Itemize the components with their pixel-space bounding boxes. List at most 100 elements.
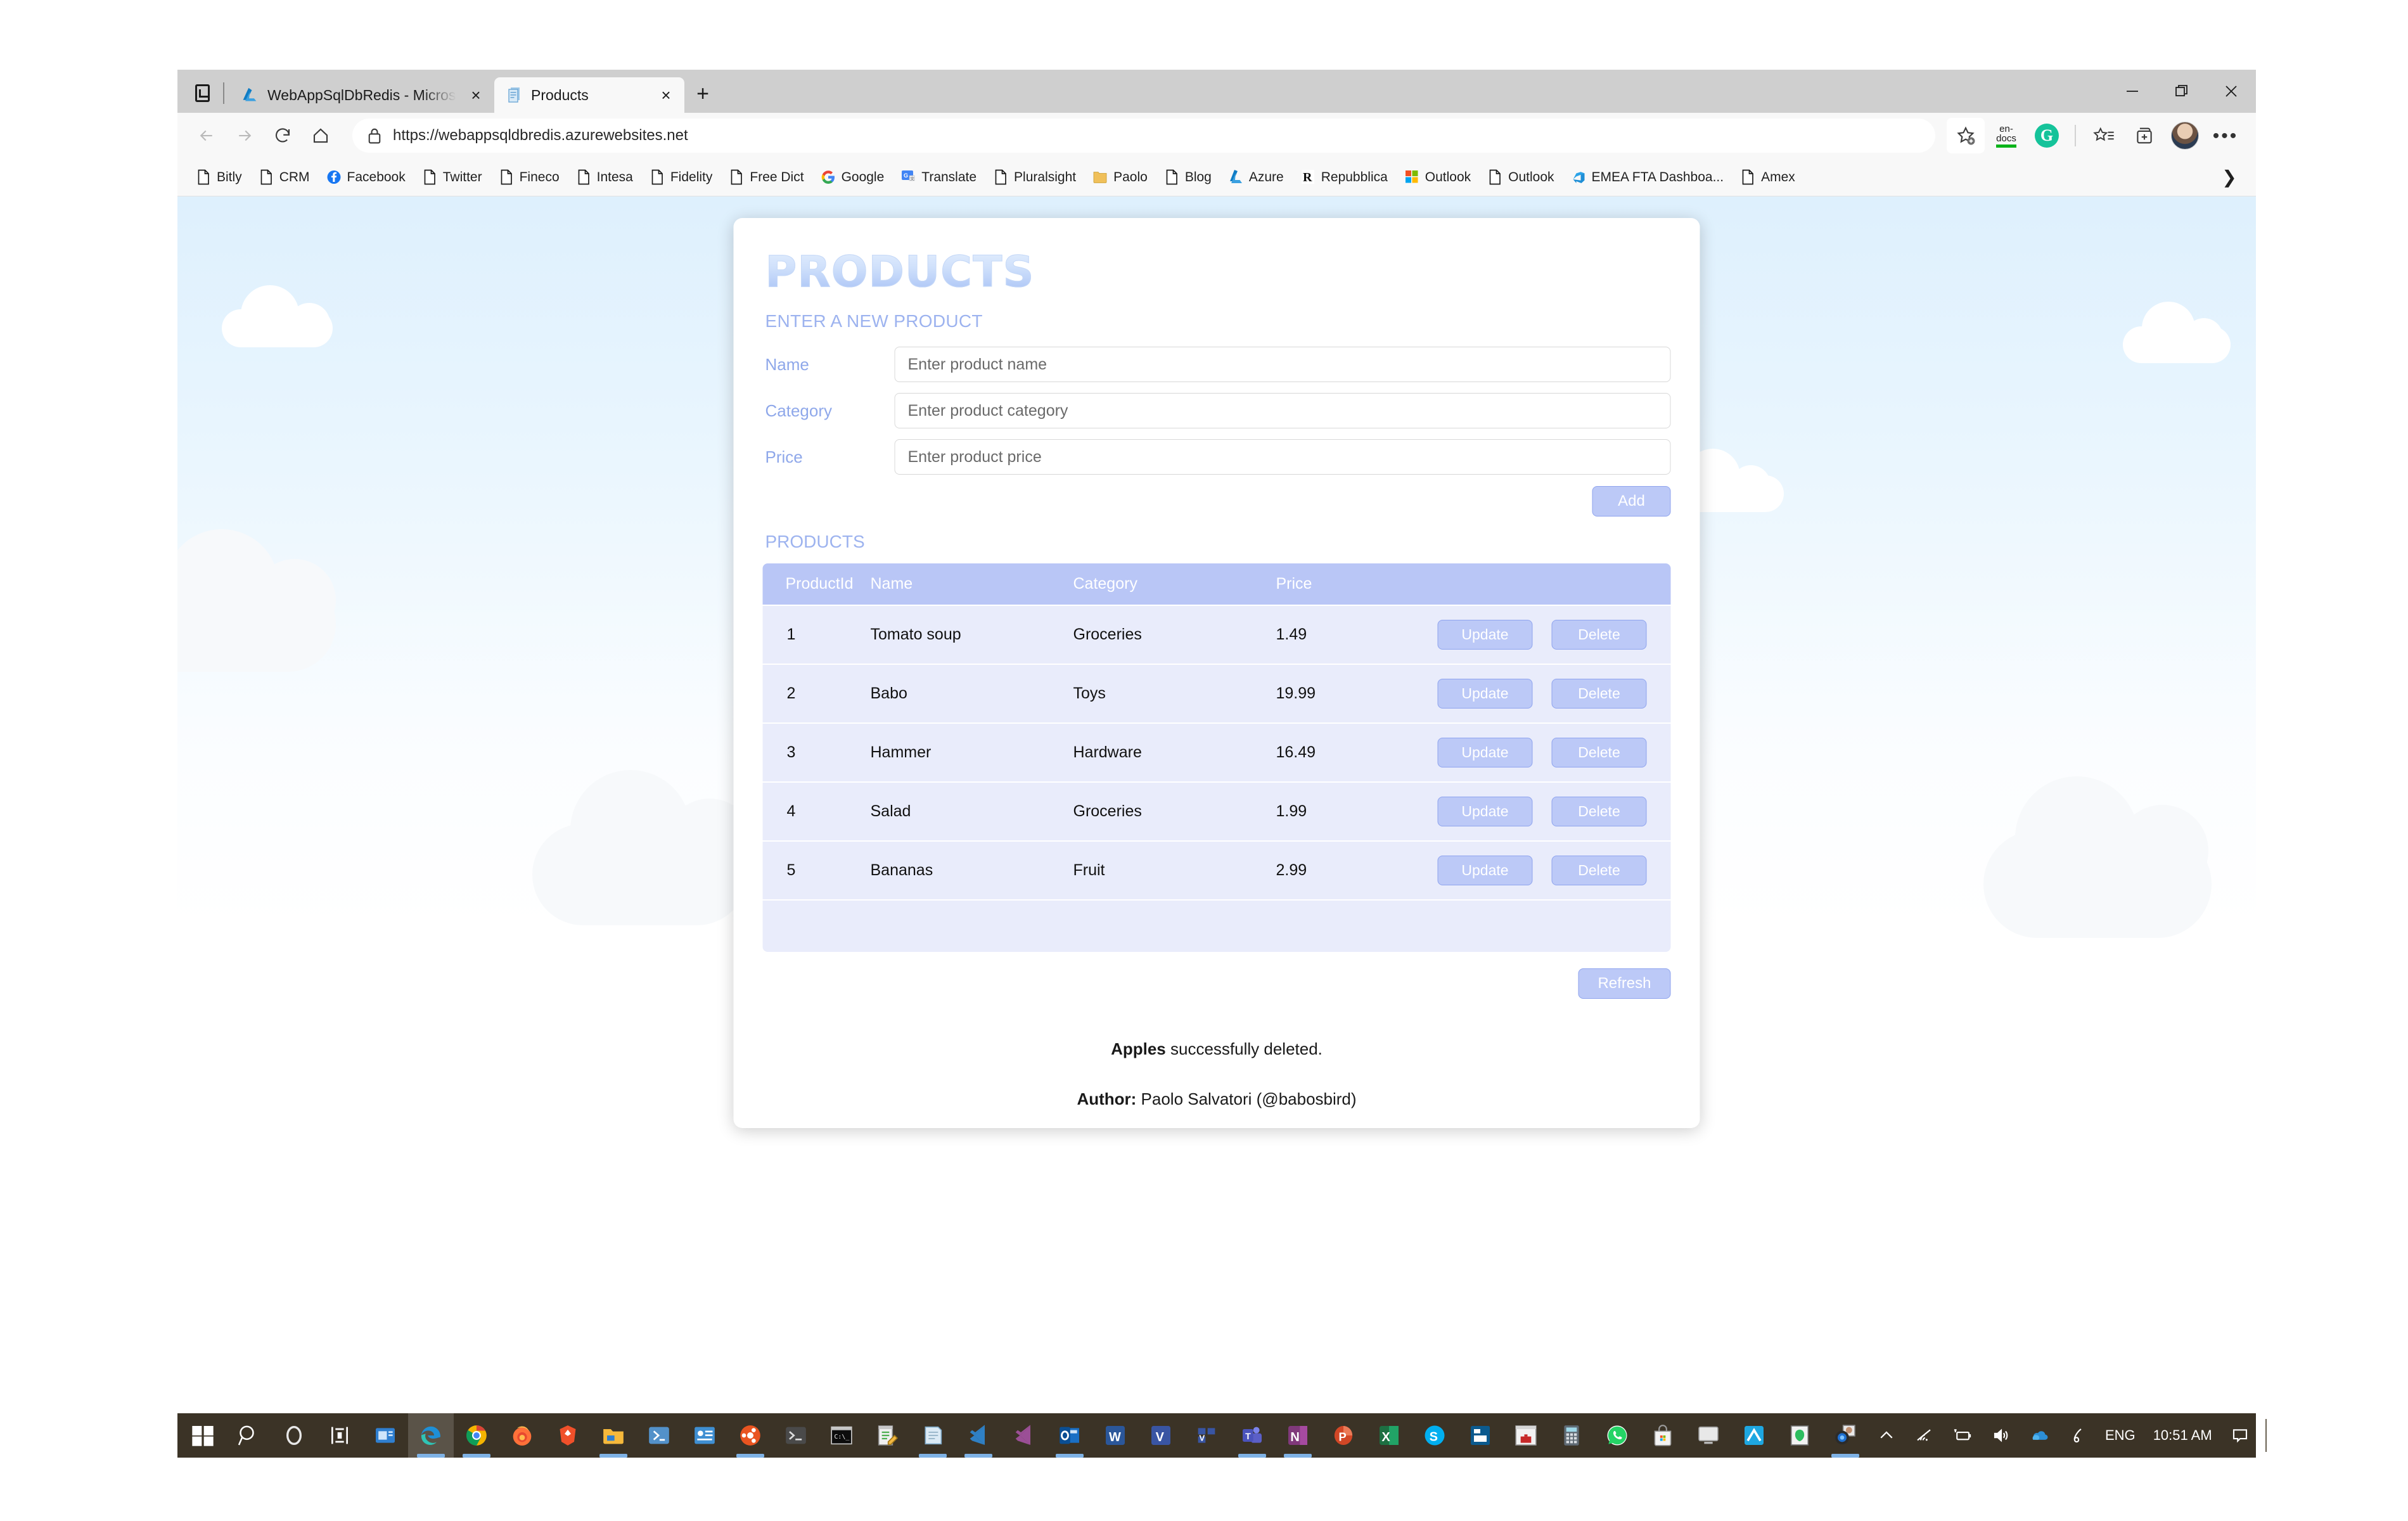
taskbar-app-calculator[interactable] [1549, 1413, 1594, 1458]
battery-button[interactable] [1943, 1413, 1982, 1458]
new-tab-button[interactable]: + [684, 76, 721, 112]
taskbar-app-vscode[interactable] [956, 1413, 1001, 1458]
collections-button[interactable] [2125, 118, 2163, 153]
address-input[interactable]: https://webappsqldbredis.azurewebsites.n… [352, 119, 1935, 153]
taskbar-app-teams[interactable]: T [1229, 1413, 1275, 1458]
tab-actions-button[interactable] [183, 75, 222, 111]
taskbar-app-whatsapp[interactable] [1594, 1413, 1640, 1458]
bookmark-item[interactable]: Azure [1220, 165, 1292, 189]
taskbar-app-outlook[interactable] [1047, 1413, 1092, 1458]
taskbar-app-evernote[interactable] [1777, 1413, 1822, 1458]
bookmark-item[interactable]: Free Dict [720, 165, 812, 189]
home-button[interactable] [303, 118, 338, 153]
delete-button[interactable]: Delete [1551, 856, 1647, 886]
taskbar-app-edge[interactable] [408, 1413, 454, 1458]
bookmark-item[interactable]: R Repubblica [1292, 165, 1396, 189]
bookmark-item[interactable]: Twitter [414, 165, 490, 189]
grammarly-extension-button[interactable]: G [2028, 118, 2066, 153]
task-view-button[interactable] [317, 1413, 362, 1458]
refresh-button[interactable]: Refresh [1578, 968, 1671, 999]
add-favorite-button[interactable] [1947, 118, 1985, 153]
taskbar-app-notepad[interactable] [910, 1413, 956, 1458]
price-input[interactable] [894, 439, 1671, 475]
delete-button[interactable]: Delete [1551, 679, 1647, 709]
endocs-extension-button[interactable]: en- docs [1987, 118, 2025, 153]
taskbar-app-visio-2[interactable]: V [1184, 1413, 1229, 1458]
bookmark-item[interactable]: Google [812, 165, 893, 189]
update-button[interactable]: Update [1437, 620, 1533, 650]
bookmark-item[interactable]: Fineco [490, 165, 568, 189]
onedrive-button[interactable] [2020, 1413, 2059, 1458]
browser-tab-1[interactable]: WebAppSqlDbRedis - Microsoft A × [228, 77, 494, 113]
bookmark-item[interactable]: Outlook [1479, 165, 1562, 189]
bookmark-item[interactable]: Intesa [568, 165, 641, 189]
delete-button[interactable]: Delete [1551, 738, 1647, 768]
taskbar-app-camera-photo[interactable] [1822, 1413, 1868, 1458]
show-hidden-icons-button[interactable] [1868, 1413, 1905, 1458]
taskbar-app-file-explorer[interactable] [591, 1413, 636, 1458]
language-indicator[interactable]: ENG [2096, 1413, 2144, 1458]
taskbar-app-store[interactable] [1640, 1413, 1686, 1458]
maximize-button[interactable] [2157, 70, 2206, 113]
close-button[interactable] [2206, 70, 2256, 113]
browser-tab-2[interactable]: Products × [494, 77, 684, 113]
taskbar-app-visio[interactable]: V [1138, 1413, 1184, 1458]
bookmark-item[interactable]: Blog [1156, 165, 1220, 189]
taskbar-app-word[interactable]: W [1092, 1413, 1138, 1458]
delete-button[interactable]: Delete [1551, 797, 1647, 827]
back-button[interactable] [189, 118, 224, 153]
delete-button[interactable]: Delete [1551, 620, 1647, 650]
taskbar-app-remote-desktop[interactable] [1686, 1413, 1731, 1458]
network-button[interactable] [1905, 1413, 1943, 1458]
taskbar-app-news[interactable] [362, 1413, 408, 1458]
taskbar-app-powershell[interactable] [636, 1413, 682, 1458]
taskbar-app-toolbox[interactable] [1503, 1413, 1549, 1458]
minimize-button[interactable] [2108, 70, 2157, 113]
category-input[interactable] [894, 393, 1671, 429]
forward-button[interactable] [227, 118, 262, 153]
bookmark-item[interactable]: CRM [250, 165, 318, 189]
bookmark-item[interactable]: Pluralsight [985, 165, 1084, 189]
update-button[interactable]: Update [1437, 679, 1533, 709]
profile-button[interactable] [2166, 118, 2204, 153]
taskbar-app-onenote-2[interactable] [1731, 1413, 1777, 1458]
taskbar-app-publisher[interactable] [1457, 1413, 1503, 1458]
search-button[interactable] [226, 1413, 271, 1458]
taskbar-app-ubuntu[interactable] [727, 1413, 773, 1458]
action-center-button[interactable] [2221, 1413, 2259, 1458]
start-button[interactable] [180, 1413, 226, 1458]
clock[interactable]: 10:51 AM [2144, 1413, 2221, 1458]
bookmark-item[interactable]: Paolo [1084, 165, 1156, 189]
update-button[interactable]: Update [1437, 797, 1533, 827]
volume-button[interactable] [1982, 1413, 2020, 1458]
taskbar-app-powerpoint[interactable]: P [1321, 1413, 1366, 1458]
bookmark-item[interactable]: Bitly [188, 165, 250, 189]
reload-button[interactable] [265, 118, 300, 153]
name-input[interactable] [894, 347, 1671, 383]
update-button[interactable]: Update [1437, 856, 1533, 886]
bookmark-item[interactable]: Outlook [1396, 165, 1479, 189]
taskbar-app-skype[interactable]: S [1412, 1413, 1457, 1458]
taskbar-app-visual-studio[interactable] [1001, 1413, 1047, 1458]
taskbar-app-azure-data-studio[interactable] [682, 1413, 727, 1458]
taskbar-app-notepadpp[interactable] [864, 1413, 910, 1458]
bookmark-item[interactable]: Amex [1732, 165, 1803, 189]
pen-button[interactable] [2059, 1413, 2096, 1458]
bookmark-item[interactable]: Fidelity [641, 165, 721, 189]
bookmarks-overflow-button[interactable]: ❯ [2213, 161, 2246, 194]
update-button[interactable]: Update [1437, 738, 1533, 768]
taskbar-app-excel[interactable]: X [1366, 1413, 1412, 1458]
taskbar-app-brave[interactable] [545, 1413, 591, 1458]
taskbar-app-chrome[interactable] [454, 1413, 499, 1458]
settings-and-more-button[interactable]: ••• [2206, 118, 2245, 153]
taskbar-app-firefox[interactable] [499, 1413, 545, 1458]
browser-tab-1-close-icon[interactable]: × [465, 87, 487, 103]
taskbar-app-onenote[interactable]: N [1275, 1413, 1321, 1458]
browser-tab-2-close-icon[interactable]: × [655, 87, 677, 103]
bookmark-item[interactable]: G 文 Translate [892, 165, 985, 189]
add-button[interactable]: Add [1592, 486, 1671, 517]
favorites-button[interactable] [2085, 118, 2123, 153]
cortana-button[interactable] [271, 1413, 317, 1458]
taskbar-app-command-prompt[interactable]: C:\_ [819, 1413, 864, 1458]
bookmark-item[interactable]: Facebook [318, 165, 414, 189]
